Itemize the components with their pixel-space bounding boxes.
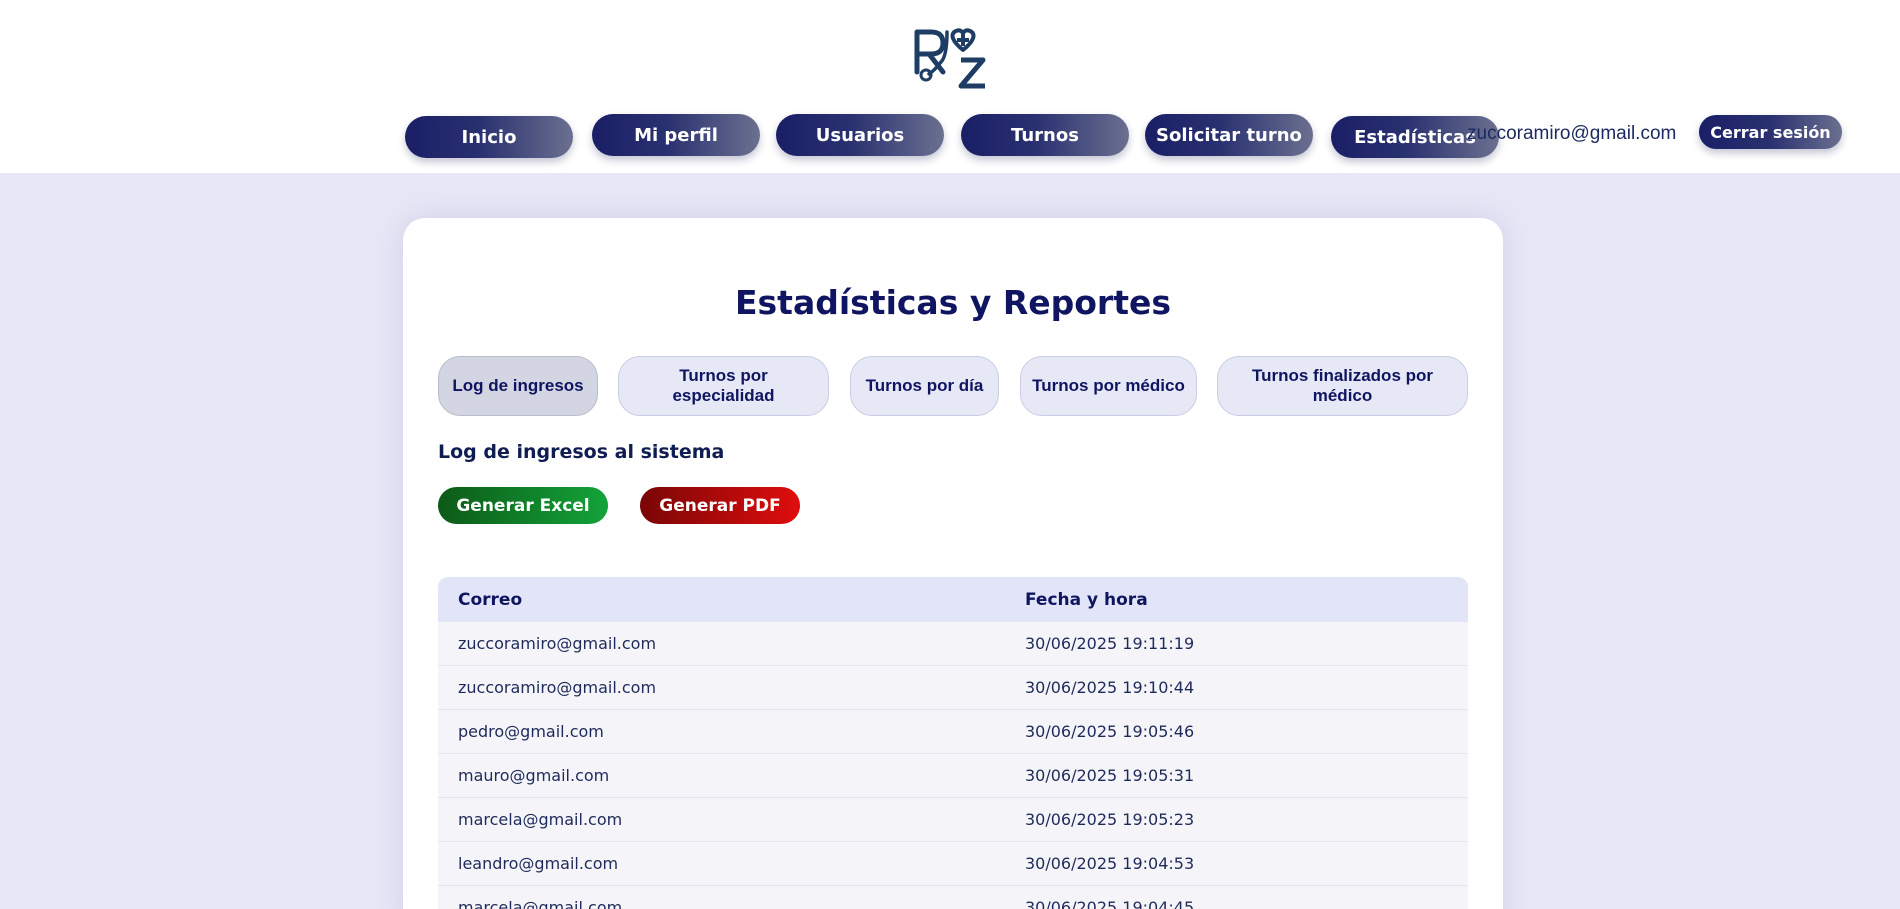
table-row: zuccoramiro@gmail.com 30/06/2025 19:11:1…	[438, 622, 1468, 666]
section-title: Log de ingresos al sistema	[438, 441, 725, 463]
generate-pdf-button[interactable]: Generar PDF	[640, 487, 800, 524]
tab-log-ingresos[interactable]: Log de ingresos	[438, 356, 598, 416]
logo-icon[interactable]	[913, 28, 989, 92]
cell-datetime: 30/06/2025 19:04:53	[1025, 854, 1195, 873]
nav-inicio-button[interactable]: Inicio	[405, 116, 573, 158]
table-header: Correo Fecha y hora	[438, 577, 1468, 622]
page-title: Estadísticas y Reportes	[734, 283, 1171, 322]
cell-datetime: 30/06/2025 19:11:19	[1025, 634, 1195, 653]
cell-datetime: 30/06/2025 19:10:44	[1025, 678, 1195, 697]
cell-email: pedro@gmail.com	[458, 722, 604, 741]
tab-turnos-medico[interactable]: Turnos por médico	[1020, 356, 1197, 416]
nav-solicitar-turno-button[interactable]: Solicitar turno	[1145, 114, 1313, 156]
table-body: zuccoramiro@gmail.com 30/06/2025 19:11:1…	[438, 622, 1468, 909]
nav-mi-perfil-button[interactable]: Mi perfil	[592, 114, 760, 156]
nav-usuarios-button[interactable]: Usuarios	[776, 114, 944, 156]
cell-email: marcela@gmail.com	[458, 810, 623, 829]
cell-email: leandro@gmail.com	[458, 854, 619, 873]
cell-email: marcela@gmail.com	[458, 898, 623, 909]
tab-turnos-especialidad[interactable]: Turnos por especialidad	[618, 356, 829, 416]
top-header: Inicio Mi perfil Usuarios Turnos Solicit…	[0, 0, 1900, 173]
login-log-table: Correo Fecha y hora zuccoramiro@gmail.co…	[438, 577, 1468, 909]
cell-email: zuccoramiro@gmail.com	[458, 678, 657, 697]
cell-email: zuccoramiro@gmail.com	[458, 634, 657, 653]
nav-turnos-button[interactable]: Turnos	[961, 114, 1129, 156]
table-row: leandro@gmail.com 30/06/2025 19:04:53	[438, 842, 1468, 886]
user-email: zuccoramiro@gmail.com	[1467, 123, 1677, 144]
logout-button[interactable]: Cerrar sesión	[1699, 115, 1842, 149]
cell-datetime: 30/06/2025 19:05:31	[1025, 766, 1195, 785]
column-header-correo: Correo	[458, 589, 523, 610]
tab-turnos-finalizados-medico[interactable]: Turnos finalizados por médico	[1217, 356, 1468, 416]
cell-datetime: 30/06/2025 19:04:45	[1025, 898, 1195, 909]
table-row: pedro@gmail.com 30/06/2025 19:05:46	[438, 710, 1468, 754]
cell-datetime: 30/06/2025 19:05:46	[1025, 722, 1195, 741]
tab-turnos-dia[interactable]: Turnos por día	[850, 356, 999, 416]
table-row: marcela@gmail.com 30/06/2025 19:05:23	[438, 798, 1468, 842]
column-header-fecha-hora: Fecha y hora	[1025, 589, 1148, 610]
cell-email: mauro@gmail.com	[458, 766, 610, 785]
generate-excel-button[interactable]: Generar Excel	[438, 487, 608, 524]
table-row: marcela@gmail.com 30/06/2025 19:04:45	[438, 886, 1468, 909]
cell-datetime: 30/06/2025 19:05:23	[1025, 810, 1195, 829]
table-row: zuccoramiro@gmail.com 30/06/2025 19:10:4…	[438, 666, 1468, 710]
table-row: mauro@gmail.com 30/06/2025 19:05:31	[438, 754, 1468, 798]
